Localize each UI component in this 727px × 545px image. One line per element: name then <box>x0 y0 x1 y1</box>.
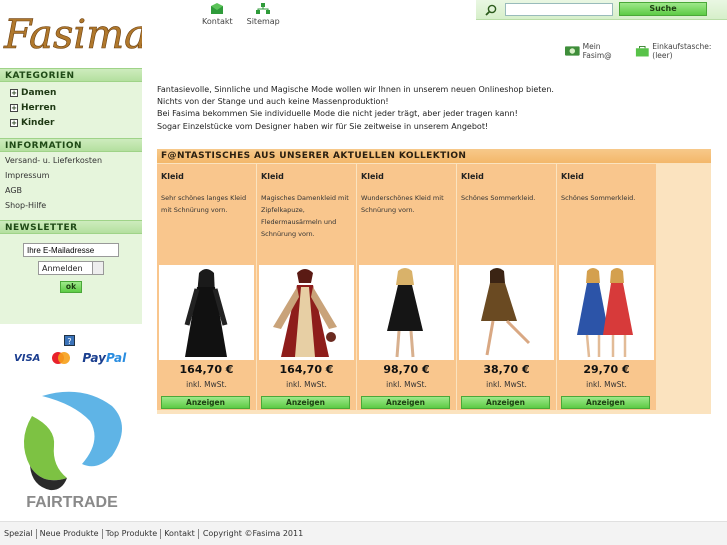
product-description: Schönes Sommerkleid. <box>461 194 536 202</box>
product-grid: Kleid Sehr schönes langes Kleid mit Schn… <box>157 163 711 410</box>
product-description: Sehr schönes langes Kleid mit Schnürung … <box>161 194 247 214</box>
fasima-logo[interactable]: Fasima <box>2 4 142 64</box>
dropdown-arrow-icon <box>92 262 103 274</box>
category-label: Kinder <box>21 117 55 128</box>
product-card: Kleid Schönes Sommerkleid. 29,70 € inkl.… <box>557 164 656 410</box>
intro-text: Fantasievolle, Sinnliche und Magische Mo… <box>157 84 717 133</box>
sidebar: KATEGORIEN + Damen + Herren + Kinder INF… <box>0 68 142 324</box>
newsletter-heading: NEWSLETTER <box>0 220 142 234</box>
product-image[interactable] <box>259 265 354 360</box>
copyright: Copyright ©Fasima 2011 <box>202 529 304 538</box>
logo-text: Fasima <box>3 12 142 58</box>
category-kinder[interactable]: + Kinder <box>0 115 142 130</box>
nav-kontakt[interactable]: Kontakt <box>202 3 233 26</box>
information-heading: INFORMATION <box>0 138 142 152</box>
product-price: 38,70 € <box>483 363 530 376</box>
fairtrade-text: FAIRTRADE <box>26 494 118 511</box>
product-name[interactable]: Kleid <box>361 172 384 181</box>
categories-heading: KATEGORIEN <box>0 68 142 82</box>
newsletter-select-value: Anmelden <box>42 263 83 273</box>
expand-plus-icon: + <box>10 103 18 112</box>
view-product-button[interactable]: Anzeigen <box>561 396 650 409</box>
shopping-bag-icon <box>635 45 649 57</box>
product-tax-note: inkl. MwSt. <box>486 380 527 389</box>
product-card: Kleid Sehr schönes langes Kleid mit Schn… <box>157 164 256 410</box>
newsletter-email-input[interactable] <box>23 243 119 257</box>
product-price: 98,70 € <box>383 363 430 376</box>
product-image[interactable] <box>159 265 254 360</box>
category-label: Damen <box>21 87 57 98</box>
visa-logo: VISA <box>14 352 41 364</box>
view-product-button[interactable]: Anzeigen <box>261 396 350 409</box>
search-button[interactable]: Suche <box>619 2 707 16</box>
shopping-bag-link[interactable]: Einkaufstasche: (leer) <box>652 42 727 60</box>
footer-link-kontakt[interactable]: Kontakt <box>161 528 199 539</box>
product-tax-note: inkl. MwSt. <box>286 380 327 389</box>
intro-line: Sogar Einzelstücke vom Designer haben wi… <box>157 121 489 131</box>
help-icon[interactable]: ? <box>64 335 75 346</box>
intro-line: Nichts von der Stange und auch keine Mas… <box>157 97 389 107</box>
footer-link-neue-produkte[interactable]: Neue Produkte <box>37 528 103 539</box>
product-price: 164,70 € <box>279 363 334 376</box>
info-link-versand[interactable]: Versand- u. Lieferkosten <box>0 153 142 168</box>
product-price: 164,70 € <box>179 363 234 376</box>
paypal-pal: Pal <box>105 351 127 365</box>
mastercard-icon <box>52 352 71 364</box>
paypal-logo: PayPal <box>82 351 126 365</box>
intro-line: Fantasievolle, Sinnliche und Magische Mo… <box>157 85 554 94</box>
product-image[interactable] <box>559 265 654 360</box>
collection-title: F@NTASTISCHES AUS UNSERER AKTUELLEN KOLL… <box>157 149 711 163</box>
view-product-button[interactable]: Anzeigen <box>461 396 550 409</box>
search-bar: Suche <box>476 0 727 20</box>
footer-link-top-produkte[interactable]: Top Produkte <box>103 528 162 539</box>
footer: Spezial Neue Produkte Top Produkte Konta… <box>0 521 727 545</box>
nav-sitemap-label: Sitemap <box>246 17 280 26</box>
product-name[interactable]: Kleid <box>461 172 484 181</box>
footer-link-spezial[interactable]: Spezial <box>1 528 37 539</box>
payment-methods: VISA PayPal <box>14 351 126 365</box>
top-navigation: Kontakt Sitemap <box>202 3 280 26</box>
newsletter-action-select[interactable]: Anmelden <box>38 261 104 275</box>
product-image[interactable] <box>359 265 454 360</box>
view-product-button[interactable]: Anzeigen <box>161 396 250 409</box>
product-price: 29,70 € <box>583 363 630 376</box>
product-description: Schönes Sommerkleid. <box>561 194 636 202</box>
expand-plus-icon: + <box>10 88 18 97</box>
product-name[interactable]: Kleid <box>561 172 584 181</box>
search-icon <box>485 4 497 16</box>
nav-kontakt-label: Kontakt <box>202 17 233 26</box>
category-herren[interactable]: + Herren <box>0 100 142 115</box>
fairtrade-logo: FAIRTRADE <box>23 391 122 511</box>
collection-box: F@NTASTISCHES AUS UNSERER AKTUELLEN KOLL… <box>157 149 711 414</box>
newsletter-ok-button[interactable]: ok <box>60 281 82 293</box>
category-label: Herren <box>21 102 57 113</box>
account-icon <box>565 46 580 56</box>
my-account-link[interactable]: Mein Fasim@ <box>583 42 628 60</box>
product-name[interactable]: Kleid <box>161 172 184 181</box>
product-card: Kleid Magisches Damenkleid mit Zipfelkap… <box>257 164 356 410</box>
info-link-impressum[interactable]: Impressum <box>0 168 142 183</box>
product-description: Magisches Damenkleid mit Zipfelkapuze, F… <box>261 194 349 238</box>
contact-icon <box>211 3 224 14</box>
view-product-button[interactable]: Anzeigen <box>361 396 450 409</box>
account-links: Mein Fasim@ Einkaufstasche: (leer) <box>565 42 727 60</box>
paypal-pay: Pay <box>82 351 106 365</box>
product-image[interactable] <box>459 265 554 360</box>
product-tax-note: inkl. MwSt. <box>186 380 227 389</box>
intro-line: Bei Fasima bekommen Sie individuelle Mod… <box>157 109 518 119</box>
product-name[interactable]: Kleid <box>261 172 284 181</box>
product-tax-note: inkl. MwSt. <box>586 380 627 389</box>
sitemap-icon <box>256 3 271 14</box>
category-damen[interactable]: + Damen <box>0 85 142 100</box>
product-tax-note: inkl. MwSt. <box>386 380 427 389</box>
expand-plus-icon: + <box>10 118 18 127</box>
product-card: Kleid Wunderschönes Kleid mit Schnürung … <box>357 164 456 410</box>
search-input[interactable] <box>505 3 613 16</box>
nav-sitemap[interactable]: Sitemap <box>247 3 280 26</box>
info-link-agb[interactable]: AGB <box>0 183 142 198</box>
product-card: Kleid Schönes Sommerkleid. 38,70 € inkl.… <box>457 164 556 410</box>
info-link-shop-hilfe[interactable]: Shop-Hilfe <box>0 198 142 213</box>
product-description: Wunderschönes Kleid mit Schnürung vorn. <box>361 194 444 214</box>
